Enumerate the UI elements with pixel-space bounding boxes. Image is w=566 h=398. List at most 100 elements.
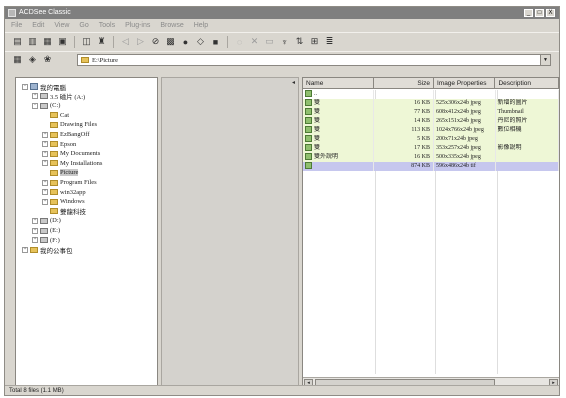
expand-icon[interactable]: +: [42, 189, 48, 196]
expand-icon[interactable]: +: [42, 198, 48, 205]
expand-icon[interactable]: +: [42, 131, 48, 138]
expand-icon[interactable]: +: [42, 150, 48, 157]
tree-item-label: Drawing Files: [60, 121, 98, 129]
properties-icon[interactable]: ♆: [278, 36, 291, 48]
thumbnail-pane[interactable]: [161, 77, 299, 389]
file-row[interactable]: ..: [303, 90, 559, 99]
column-description[interactable]: Description: [495, 78, 559, 89]
tree-item[interactable]: + Windows: [42, 197, 85, 206]
menu-tools[interactable]: Tools: [99, 20, 115, 31]
close-button[interactable]: X: [546, 9, 555, 17]
expand-icon[interactable]: +: [22, 246, 28, 253]
chevron-down-icon[interactable]: ▼: [540, 55, 550, 65]
paste-icon[interactable]: ▦: [41, 36, 54, 48]
file-size-cell: 17 KB: [374, 144, 434, 153]
tree-item[interactable]: + Program Files: [42, 178, 97, 187]
tree-item[interactable]: + (D:): [32, 216, 61, 225]
grid-icon[interactable]: ⊞: [308, 36, 321, 48]
expand-icon[interactable]: +: [32, 217, 38, 224]
tree-item[interactable]: + 我的公事包: [22, 245, 73, 255]
menu-view[interactable]: View: [54, 20, 69, 31]
folder-icon: [50, 198, 58, 205]
column-name[interactable]: Name: [303, 78, 375, 89]
file-row[interactable]: 雙 16 KB 525x306x24b jpeg 新增的圖片: [303, 99, 559, 108]
collapse-arrow-icon[interactable]: ◂: [292, 79, 295, 86]
forward-icon[interactable]: ▷: [134, 36, 147, 48]
tree-item[interactable]: + (E:): [32, 226, 60, 235]
expand-icon[interactable]: +: [32, 93, 38, 100]
tree-item[interactable]: + EzBangOff: [42, 130, 89, 139]
file-list[interactable]: Name Size Image Properties Description .…: [302, 77, 560, 389]
menu-go[interactable]: Go: [79, 20, 88, 31]
file-size-cell: 874 KB: [374, 162, 434, 171]
app-icon: [8, 9, 16, 17]
folder-tree[interactable]: - 我的電腦 +3.5 磁片 (A:) - (C:) Cat Drawing Files + E…: [15, 77, 158, 389]
expand-icon[interactable]: +: [42, 179, 48, 186]
tree-item[interactable]: - (C:): [32, 101, 60, 110]
file-row[interactable]: 雙 77 KB 608x412x24b jpeg Thumbnail: [303, 108, 559, 117]
refresh-icon[interactable]: ◈: [26, 54, 39, 66]
file-row[interactable]: 雙 5 KB 200x71x24b jpeg: [303, 135, 559, 144]
menu-file[interactable]: File: [11, 20, 22, 31]
file-row[interactable]: 雙外說明 16 KB 500x335x24b jpeg: [303, 153, 559, 162]
expand-icon[interactable]: +: [42, 160, 48, 167]
menu-browse[interactable]: Browse: [160, 20, 183, 31]
maximize-button[interactable]: □: [535, 9, 544, 17]
drive-icon: [40, 237, 48, 244]
drive-icon: [40, 102, 48, 109]
column-size[interactable]: Size: [374, 78, 434, 89]
list-view-icon[interactable]: ≣: [323, 36, 336, 48]
home-icon[interactable]: ▦: [11, 54, 24, 66]
drive-icon: [40, 93, 48, 100]
zoom-icon[interactable]: ■: [209, 36, 222, 48]
expand-icon[interactable]: +: [42, 141, 48, 148]
find-icon[interactable]: ♜: [95, 36, 108, 48]
expand-icon[interactable]: +: [32, 227, 38, 234]
address-field[interactable]: E:\Picture ▼: [77, 54, 551, 66]
folder-icon[interactable]: ▤: [11, 36, 24, 48]
print-icon[interactable]: ▩: [164, 36, 177, 48]
menu-help[interactable]: Help: [194, 20, 208, 31]
tree-item-label: (F:): [50, 236, 60, 244]
menu-edit[interactable]: Edit: [32, 20, 44, 31]
collapse-icon[interactable]: -: [32, 102, 38, 109]
favorite-icon[interactable]: ❀: [41, 54, 54, 66]
tree-item[interactable]: 雙龍科技: [42, 207, 86, 216]
file-desc-cell: [496, 153, 559, 162]
tree-item-label: win32app: [60, 188, 86, 196]
minimize-button[interactable]: _: [524, 9, 533, 17]
tree-item-label: 我的公事包: [40, 247, 73, 255]
view-icon[interactable]: ▣: [56, 36, 69, 48]
back-icon[interactable]: ◁: [119, 36, 132, 48]
delete-icon[interactable]: ✕: [248, 36, 261, 48]
file-row[interactable]: 874 KB 596x486x24b tif: [303, 162, 559, 171]
file-row[interactable]: 雙 17 KB 353x257x24b jpeg 影像說明: [303, 144, 559, 153]
rename-icon[interactable]: ▭: [263, 36, 276, 48]
tree-item[interactable]: + win32app: [42, 188, 86, 197]
file-row[interactable]: 雙 14 KB 265x151x24b jpeg 丹尼的照片: [303, 117, 559, 126]
tree-item[interactable]: - 我的電腦: [22, 82, 66, 92]
tree-item-label: Windows: [60, 198, 85, 206]
file-size-cell: 77 KB: [374, 108, 434, 117]
file-row[interactable]: 雙 113 KB 1024x766x24b jpeg 數位相機: [303, 126, 559, 135]
tree-item[interactable]: + Epson: [42, 140, 76, 149]
tree-item[interactable]: + (F:): [32, 236, 60, 245]
menu-plugins[interactable]: Plug-ins: [125, 20, 150, 31]
expand-icon[interactable]: +: [32, 237, 38, 244]
tree-item[interactable]: + My Installations: [42, 159, 102, 168]
up-icon[interactable]: ⊘: [149, 36, 162, 48]
tree-item[interactable]: +3.5 磁片 (A:): [32, 92, 85, 101]
scan-icon[interactable]: ●: [179, 36, 192, 48]
image-file-icon: [305, 126, 312, 134]
sort-icon[interactable]: ⇅: [293, 36, 306, 48]
tree-item[interactable]: Picture: [42, 168, 79, 177]
tree-item[interactable]: Drawing Files: [42, 120, 97, 129]
tree-item[interactable]: + My Documents: [42, 149, 100, 158]
filter-icon[interactable]: ◌: [233, 36, 246, 48]
column-image-properties[interactable]: Image Properties: [434, 78, 496, 89]
new-icon[interactable]: ◫: [80, 36, 93, 48]
tree-item[interactable]: Cat: [42, 111, 69, 120]
collapse-icon[interactable]: -: [22, 83, 28, 90]
copy-icon[interactable]: ▥: [26, 36, 39, 48]
tool-icon[interactable]: ◇: [194, 36, 207, 48]
